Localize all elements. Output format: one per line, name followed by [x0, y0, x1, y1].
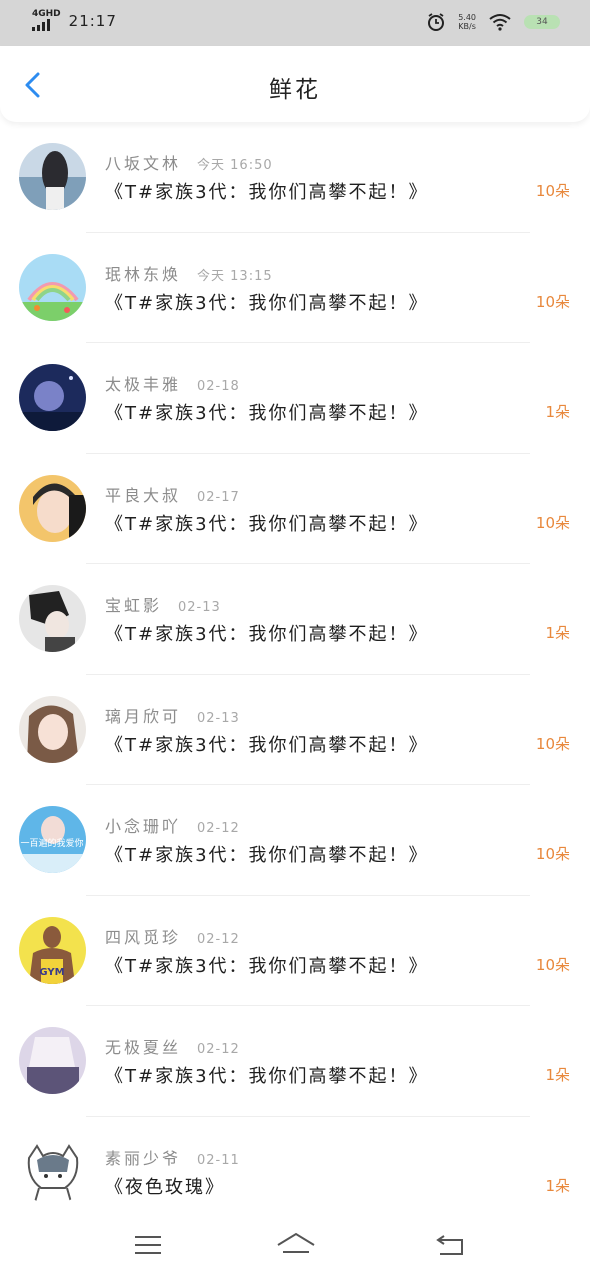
avatar[interactable]: 一百遍的我爱你: [19, 806, 86, 873]
status-right: 5.40 KB/s 34: [426, 12, 560, 32]
record-header: 无极夏丝 02-12: [105, 1034, 240, 1058]
flower-count: 1朵: [545, 403, 570, 421]
book-title[interactable]: 《T#家族3代：我你们高攀不起！》: [105, 399, 429, 425]
list-item[interactable]: 璃月欣可 02-13 《T#家族3代：我你们高攀不起！》 10朵: [0, 675, 590, 785]
record-header: 璃月欣可 02-13: [105, 703, 240, 727]
wifi-icon: [489, 14, 511, 31]
flower-count: 1朵: [545, 1176, 570, 1195]
avatar-caption: GYM: [39, 967, 64, 978]
avatar[interactable]: [19, 1137, 86, 1205]
book-title[interactable]: 《T#家族3代：我你们高攀不起！》: [105, 178, 429, 204]
return-icon: [436, 1235, 463, 1255]
record-time: 02-11: [197, 1152, 240, 1168]
flower-count: 1朵: [545, 624, 570, 642]
record-header: 四风觅珍 02-12: [105, 924, 240, 948]
user-name[interactable]: 珉林东焕: [105, 261, 181, 285]
avatar[interactable]: [19, 474, 86, 542]
user-name[interactable]: 无极夏丝: [105, 1034, 181, 1058]
list-item[interactable]: 宝虹影 02-13 《T#家族3代：我你们高攀不起！》 1朵: [0, 564, 590, 675]
user-name[interactable]: 小念珊吖: [105, 813, 181, 837]
user-name[interactable]: 宝虹影: [105, 592, 162, 616]
battery-indicator: 34: [524, 15, 560, 29]
list-item[interactable]: GYM 四风觅珍 02-12 《T#家族3代：我你们高攀不起！》 10朵: [0, 896, 590, 1006]
user-name[interactable]: 太极丰雅: [105, 371, 181, 395]
signal-icon: [32, 19, 61, 31]
flower-count: 1朵: [545, 1066, 570, 1084]
book-title[interactable]: 《T#家族3代：我你们高攀不起！》: [105, 510, 429, 536]
record-header: 宝虹影 02-13: [105, 592, 221, 616]
network-speed: 5.40 KB/s: [458, 13, 476, 31]
user-name[interactable]: 平良大叔: [105, 482, 181, 506]
record-time: 02-18: [197, 379, 240, 394]
alarm-icon: [428, 13, 445, 31]
list-item[interactable]: 八坂文林 今天 16:50 《T#家族3代：我你们高攀不起！》 10朵: [0, 122, 590, 233]
avatar-caption: 一百遍的我爱你: [20, 837, 83, 849]
record-time: 02-13: [197, 710, 240, 726]
menu-button[interactable]: [132, 1230, 168, 1260]
flower-count: 10朵: [535, 292, 570, 311]
home-icon: [277, 1232, 315, 1253]
menu-icon: [135, 1236, 161, 1254]
avatar[interactable]: [19, 585, 86, 652]
book-title[interactable]: 《T#家族3代：我你们高攀不起！》: [105, 952, 429, 978]
avatar[interactable]: [19, 695, 86, 763]
avatar[interactable]: [19, 1027, 86, 1094]
avatar[interactable]: GYM: [19, 916, 86, 984]
record-header: 太极丰雅 02-18: [105, 371, 240, 395]
flower-count: 10朵: [535, 182, 570, 200]
book-title[interactable]: 《夜色玫瑰》: [105, 1173, 225, 1199]
flower-count: 10朵: [535, 955, 570, 974]
record-time: 今天 13:15: [197, 268, 273, 284]
record-header: 小念珊吖 02-12: [105, 813, 240, 837]
record-time: 02-17: [197, 489, 240, 505]
header-bar: 鲜花: [0, 46, 590, 122]
book-title[interactable]: 《T#家族3代：我你们高攀不起！》: [105, 841, 429, 867]
page-title: 鲜花: [269, 77, 321, 103]
book-title[interactable]: 《T#家族3代：我你们高攀不起！》: [105, 289, 429, 315]
list-item[interactable]: 一百遍的我爱你 小念珊吖 02-12 《T#家族3代：我你们高攀不起！》 10朵: [0, 785, 590, 896]
user-name[interactable]: 素丽少爷: [105, 1145, 181, 1169]
return-button[interactable]: [434, 1230, 470, 1260]
flower-count: 10朵: [535, 734, 570, 753]
user-name[interactable]: 四风觅珍: [105, 924, 181, 948]
home-button[interactable]: [275, 1230, 317, 1260]
system-nav-bar: [0, 1210, 590, 1280]
network-type: 4GHD: [32, 9, 61, 19]
list-item[interactable]: 珉林东焕 今天 13:15 《T#家族3代：我你们高攀不起！》 10朵: [0, 233, 590, 343]
user-name[interactable]: 八坂文林: [105, 150, 181, 174]
list-item[interactable]: 太极丰雅 02-18 《T#家族3代：我你们高攀不起！》 1朵: [0, 343, 590, 454]
list-item[interactable]: 无极夏丝 02-12 《T#家族3代：我你们高攀不起！》 1朵: [0, 1006, 590, 1117]
record-header: 珉林东焕 今天 13:15: [105, 261, 273, 285]
record-header: 八坂文林 今天 16:50: [105, 150, 273, 174]
avatar[interactable]: [19, 253, 86, 321]
record-time: 02-12: [197, 821, 240, 836]
user-name[interactable]: 璃月欣可: [105, 703, 181, 727]
flower-count: 10朵: [535, 513, 570, 532]
status-time: 21:17: [68, 11, 117, 30]
record-time: 02-12: [197, 931, 240, 947]
record-header: 平良大叔 02-17: [105, 482, 240, 506]
record-time: 02-12: [197, 1042, 240, 1057]
network-indicator: 4GHD: [32, 10, 61, 31]
record-time: 02-13: [178, 600, 221, 615]
book-title[interactable]: 《T#家族3代：我你们高攀不起！》: [105, 620, 429, 646]
flower-record-list: 八坂文林 今天 16:50 《T#家族3代：我你们高攀不起！》 10朵 珉林东焕…: [0, 122, 590, 1227]
status-left: 4GHD 21:17: [32, 10, 117, 31]
book-title[interactable]: 《T#家族3代：我你们高攀不起！》: [105, 731, 429, 757]
status-bar: 4GHD 21:17 5.40 KB/s 34: [0, 0, 590, 46]
record-time: 今天 16:50: [197, 158, 273, 173]
record-header: 素丽少爷 02-11: [105, 1145, 240, 1169]
avatar[interactable]: [19, 364, 86, 431]
list-item[interactable]: 平良大叔 02-17 《T#家族3代：我你们高攀不起！》 10朵: [0, 454, 590, 564]
avatar[interactable]: [19, 143, 86, 210]
book-title[interactable]: 《T#家族3代：我你们高攀不起！》: [105, 1062, 429, 1088]
flower-count: 10朵: [535, 845, 570, 863]
